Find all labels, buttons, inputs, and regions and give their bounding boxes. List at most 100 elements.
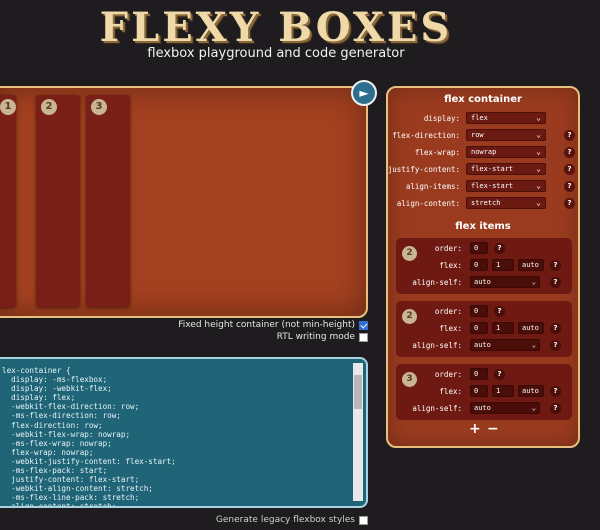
flex-basis-input[interactable]: auto	[518, 259, 544, 271]
item-settings-card: 2 order: 0 ? flex: 0 1 auto ? align-self…	[396, 301, 572, 357]
flex-label: flex:	[439, 324, 462, 333]
app-subtitle: flexbox playground and code generator	[147, 46, 405, 61]
prop-justify-content: justify-content: flex-start ⌄ ?	[388, 163, 578, 177]
chevron-down-icon: ⌄	[536, 147, 541, 156]
chevron-down-icon: ⌄	[536, 164, 541, 173]
align-self-label: align-self:	[412, 341, 462, 350]
align-self-select[interactable]: auto ⌄	[470, 402, 540, 414]
item-number-badge: 2	[402, 309, 417, 324]
flex-item-3[interactable]: 3	[86, 95, 130, 307]
fixed-height-option: Fixed height container (not min-height)	[178, 320, 368, 330]
item-number-badge: 2	[41, 99, 57, 115]
legacy-label: Generate legacy flexbox styles	[215, 515, 355, 525]
code-output[interactable]: lex-container { display: -ms-flexbox; di…	[0, 357, 368, 508]
prop-label: display:	[423, 114, 460, 123]
chevron-down-icon: ⌄	[531, 404, 536, 412]
align-items-select[interactable]: flex-start ⌄	[466, 180, 546, 192]
legacy-option: Generate legacy flexbox styles	[216, 515, 368, 525]
help-icon[interactable]: ?	[550, 260, 561, 271]
prop-label: flex-direction:	[392, 131, 460, 140]
select-value: flex-start	[471, 165, 514, 173]
send-icon: ►	[359, 86, 369, 100]
flex-basis-input[interactable]: auto	[518, 322, 544, 334]
prop-label: align-items:	[405, 182, 460, 191]
justify-content-select[interactable]: flex-start ⌄	[466, 163, 546, 175]
help-icon[interactable]: ?	[550, 277, 561, 288]
flex-label: flex:	[439, 261, 462, 270]
flex-container-title: flex container	[444, 94, 522, 105]
item-number-badge: 3	[91, 99, 107, 115]
flex-shrink-input[interactable]: 1	[492, 259, 514, 271]
help-icon[interactable]: ?	[550, 403, 561, 414]
flex-grow-input[interactable]: 0	[470, 322, 488, 334]
select-value: auto	[474, 341, 491, 349]
flex-direction-select[interactable]: row ⌄	[466, 129, 546, 141]
select-value: row	[471, 131, 484, 139]
select-value: nowrap	[471, 148, 497, 156]
add-item-button[interactable]: +	[469, 421, 481, 437]
flex-shrink-input[interactable]: 1	[492, 322, 514, 334]
help-icon[interactable]: ?	[494, 306, 505, 317]
align-self-select[interactable]: auto ⌄	[470, 276, 540, 288]
flex-wrap-select[interactable]: nowrap ⌄	[466, 146, 546, 158]
order-label: order:	[434, 307, 462, 316]
flex-shrink-input[interactable]: 1	[492, 385, 514, 397]
flex-item-2[interactable]: 2	[36, 95, 80, 307]
scrollbar-thumb[interactable]	[354, 375, 362, 409]
chevron-down-icon: ⌄	[531, 341, 536, 349]
align-content-select[interactable]: stretch ⌄	[466, 197, 546, 209]
help-icon[interactable]: ?	[564, 198, 575, 209]
help-icon[interactable]: ?	[564, 130, 575, 141]
flex-playground: 1 2 3	[0, 86, 368, 318]
item-settings-card: 2 order: 0 ? flex: 0 1 auto ? align-self…	[396, 238, 572, 294]
chevron-down-icon: ⌄	[536, 198, 541, 207]
app-logo: FLEXY BOXES	[99, 4, 453, 51]
chevron-down-icon: ⌄	[536, 181, 541, 190]
prop-label: flex-wrap:	[414, 148, 460, 157]
select-value: stretch	[471, 199, 501, 207]
remove-item-button[interactable]: −	[487, 421, 499, 437]
legacy-checkbox[interactable]	[359, 515, 368, 525]
chevron-down-icon: ⌄	[531, 278, 536, 286]
order-input[interactable]: 0	[470, 305, 488, 317]
prop-display: display: flex ⌄	[388, 112, 578, 126]
align-self-select[interactable]: auto ⌄	[470, 339, 540, 351]
flex-item-1[interactable]: 1	[0, 95, 16, 307]
fixed-height-checkbox[interactable]	[359, 320, 368, 330]
flex-basis-input[interactable]: auto	[518, 385, 544, 397]
align-self-label: align-self:	[412, 404, 462, 413]
flex-label: flex:	[439, 387, 462, 396]
share-button[interactable]: ►	[351, 80, 377, 106]
help-icon[interactable]: ?	[550, 386, 561, 397]
help-icon[interactable]: ?	[550, 323, 561, 334]
order-input[interactable]: 0	[470, 368, 488, 380]
order-label: order:	[434, 244, 462, 253]
help-icon[interactable]: ?	[494, 369, 505, 380]
help-icon[interactable]: ?	[564, 147, 575, 158]
code-scrollbar[interactable]	[353, 363, 363, 501]
order-input[interactable]: 0	[470, 242, 488, 254]
chevron-down-icon: ⌄	[536, 130, 541, 139]
select-value: flex-start	[471, 182, 514, 190]
item-settings-card: 3 order: 0 ? flex: 0 1 auto ? align-self…	[396, 364, 572, 420]
flex-items-title: flex items	[455, 221, 511, 232]
settings-panel: flex container display: flex ⌄ flex-direc…	[386, 86, 580, 448]
prop-align-items: align-items: flex-start ⌄ ?	[388, 180, 578, 194]
order-label: order:	[434, 370, 462, 379]
help-icon[interactable]: ?	[564, 181, 575, 192]
align-self-label: align-self:	[412, 278, 462, 287]
prop-label: align-content:	[396, 199, 460, 208]
help-icon[interactable]: ?	[494, 243, 505, 254]
prop-flex-direction: flex-direction: row ⌄ ?	[388, 129, 578, 143]
chevron-down-icon: ⌄	[536, 113, 541, 122]
item-number-badge: 3	[402, 372, 417, 387]
flex-grow-input[interactable]: 0	[470, 385, 488, 397]
generated-css[interactable]: lex-container { display: -ms-flexbox; di…	[2, 366, 346, 506]
display-select[interactable]: flex ⌄	[466, 112, 546, 124]
help-icon[interactable]: ?	[564, 164, 575, 175]
prop-align-content: align-content: stretch ⌄ ?	[388, 197, 578, 211]
flex-grow-input[interactable]: 0	[470, 259, 488, 271]
select-value: flex	[471, 114, 488, 122]
help-icon[interactable]: ?	[550, 340, 561, 351]
rtl-checkbox[interactable]	[359, 332, 368, 342]
